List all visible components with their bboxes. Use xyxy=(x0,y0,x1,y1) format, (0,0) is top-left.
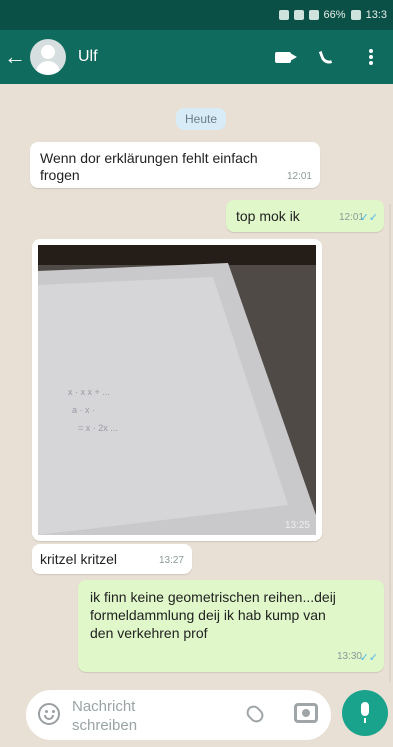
more-options-button[interactable] xyxy=(349,30,393,84)
battery-icon xyxy=(350,10,361,20)
message-input[interactable]: Nachricht schreiben xyxy=(72,697,202,735)
composer-bar: Nachricht schreiben xyxy=(0,682,393,747)
message-incoming[interactable]: Wenn dor erklärungen fehlt einfach froge… xyxy=(30,142,320,188)
message-text: ik finn keine geometrischen reihen...dei… xyxy=(90,589,336,641)
message-text: kritzel kritzel xyxy=(40,551,118,567)
mute-icon xyxy=(293,10,304,20)
photo-image[interactable]: x · x x + ... a · x · = x · 2x ... 13:25 xyxy=(38,245,316,535)
message-time: 13:25 xyxy=(284,520,310,531)
svg-text:x · x x + ...: x · x x + ... xyxy=(68,387,110,397)
camera-icon[interactable] xyxy=(294,703,318,723)
wifi-icon xyxy=(308,10,319,20)
message-text: top mok ik xyxy=(236,208,300,224)
emoji-icon[interactable] xyxy=(38,703,60,725)
svg-text:= x · 2x ...: = x · 2x ... xyxy=(78,423,118,433)
message-input-container[interactable]: Nachricht schreiben xyxy=(26,690,331,740)
date-separator: Heute xyxy=(176,108,227,130)
message-time: 13:30 xyxy=(336,651,362,662)
notification-icon xyxy=(278,10,289,20)
chat-area[interactable]: Heute Wenn dor erklärungen fehlt einfach… xyxy=(0,84,393,724)
scrollbar[interactable] xyxy=(389,204,391,724)
photo-content: x · x x + ... a · x · = x · 2x ... xyxy=(38,245,316,535)
attach-icon[interactable] xyxy=(243,702,267,726)
message-text: Wenn dor erklärungen fehlt einfach froge… xyxy=(40,150,258,183)
svg-text:a · x ·: a · x · xyxy=(72,405,95,415)
read-receipt-icon: ✓✓ xyxy=(359,212,378,224)
video-call-icon xyxy=(275,51,297,63)
more-options-icon xyxy=(369,49,373,65)
message-incoming[interactable]: kritzel kritzel 13:27 xyxy=(32,544,192,574)
back-arrow-icon[interactable]: ← xyxy=(0,30,30,84)
video-call-button[interactable] xyxy=(261,30,305,84)
message-time: 12:01 xyxy=(286,171,312,182)
image-message[interactable]: x · x x + ... a · x · = x · 2x ... 13:25 xyxy=(32,239,322,541)
voice-call-icon xyxy=(319,49,335,65)
app-bar: ← Ulf xyxy=(0,30,393,84)
status-bar: 66% 13:3 xyxy=(0,0,393,30)
read-receipt-icon: ✓✓ xyxy=(359,652,378,664)
battery-level: 66% xyxy=(323,9,346,21)
status-time: 13:3 xyxy=(365,9,387,21)
message-time: 13:27 xyxy=(158,555,184,566)
message-outgoing[interactable]: top mok ik 12:01 ✓✓ xyxy=(226,200,384,232)
mic-icon xyxy=(361,702,369,723)
avatar-icon[interactable] xyxy=(30,39,66,75)
voice-call-button[interactable] xyxy=(305,30,349,84)
mic-button[interactable] xyxy=(342,690,388,736)
contact-name[interactable]: Ulf xyxy=(78,48,261,66)
message-outgoing[interactable]: ik finn keine geometrischen reihen...dei… xyxy=(78,580,384,672)
